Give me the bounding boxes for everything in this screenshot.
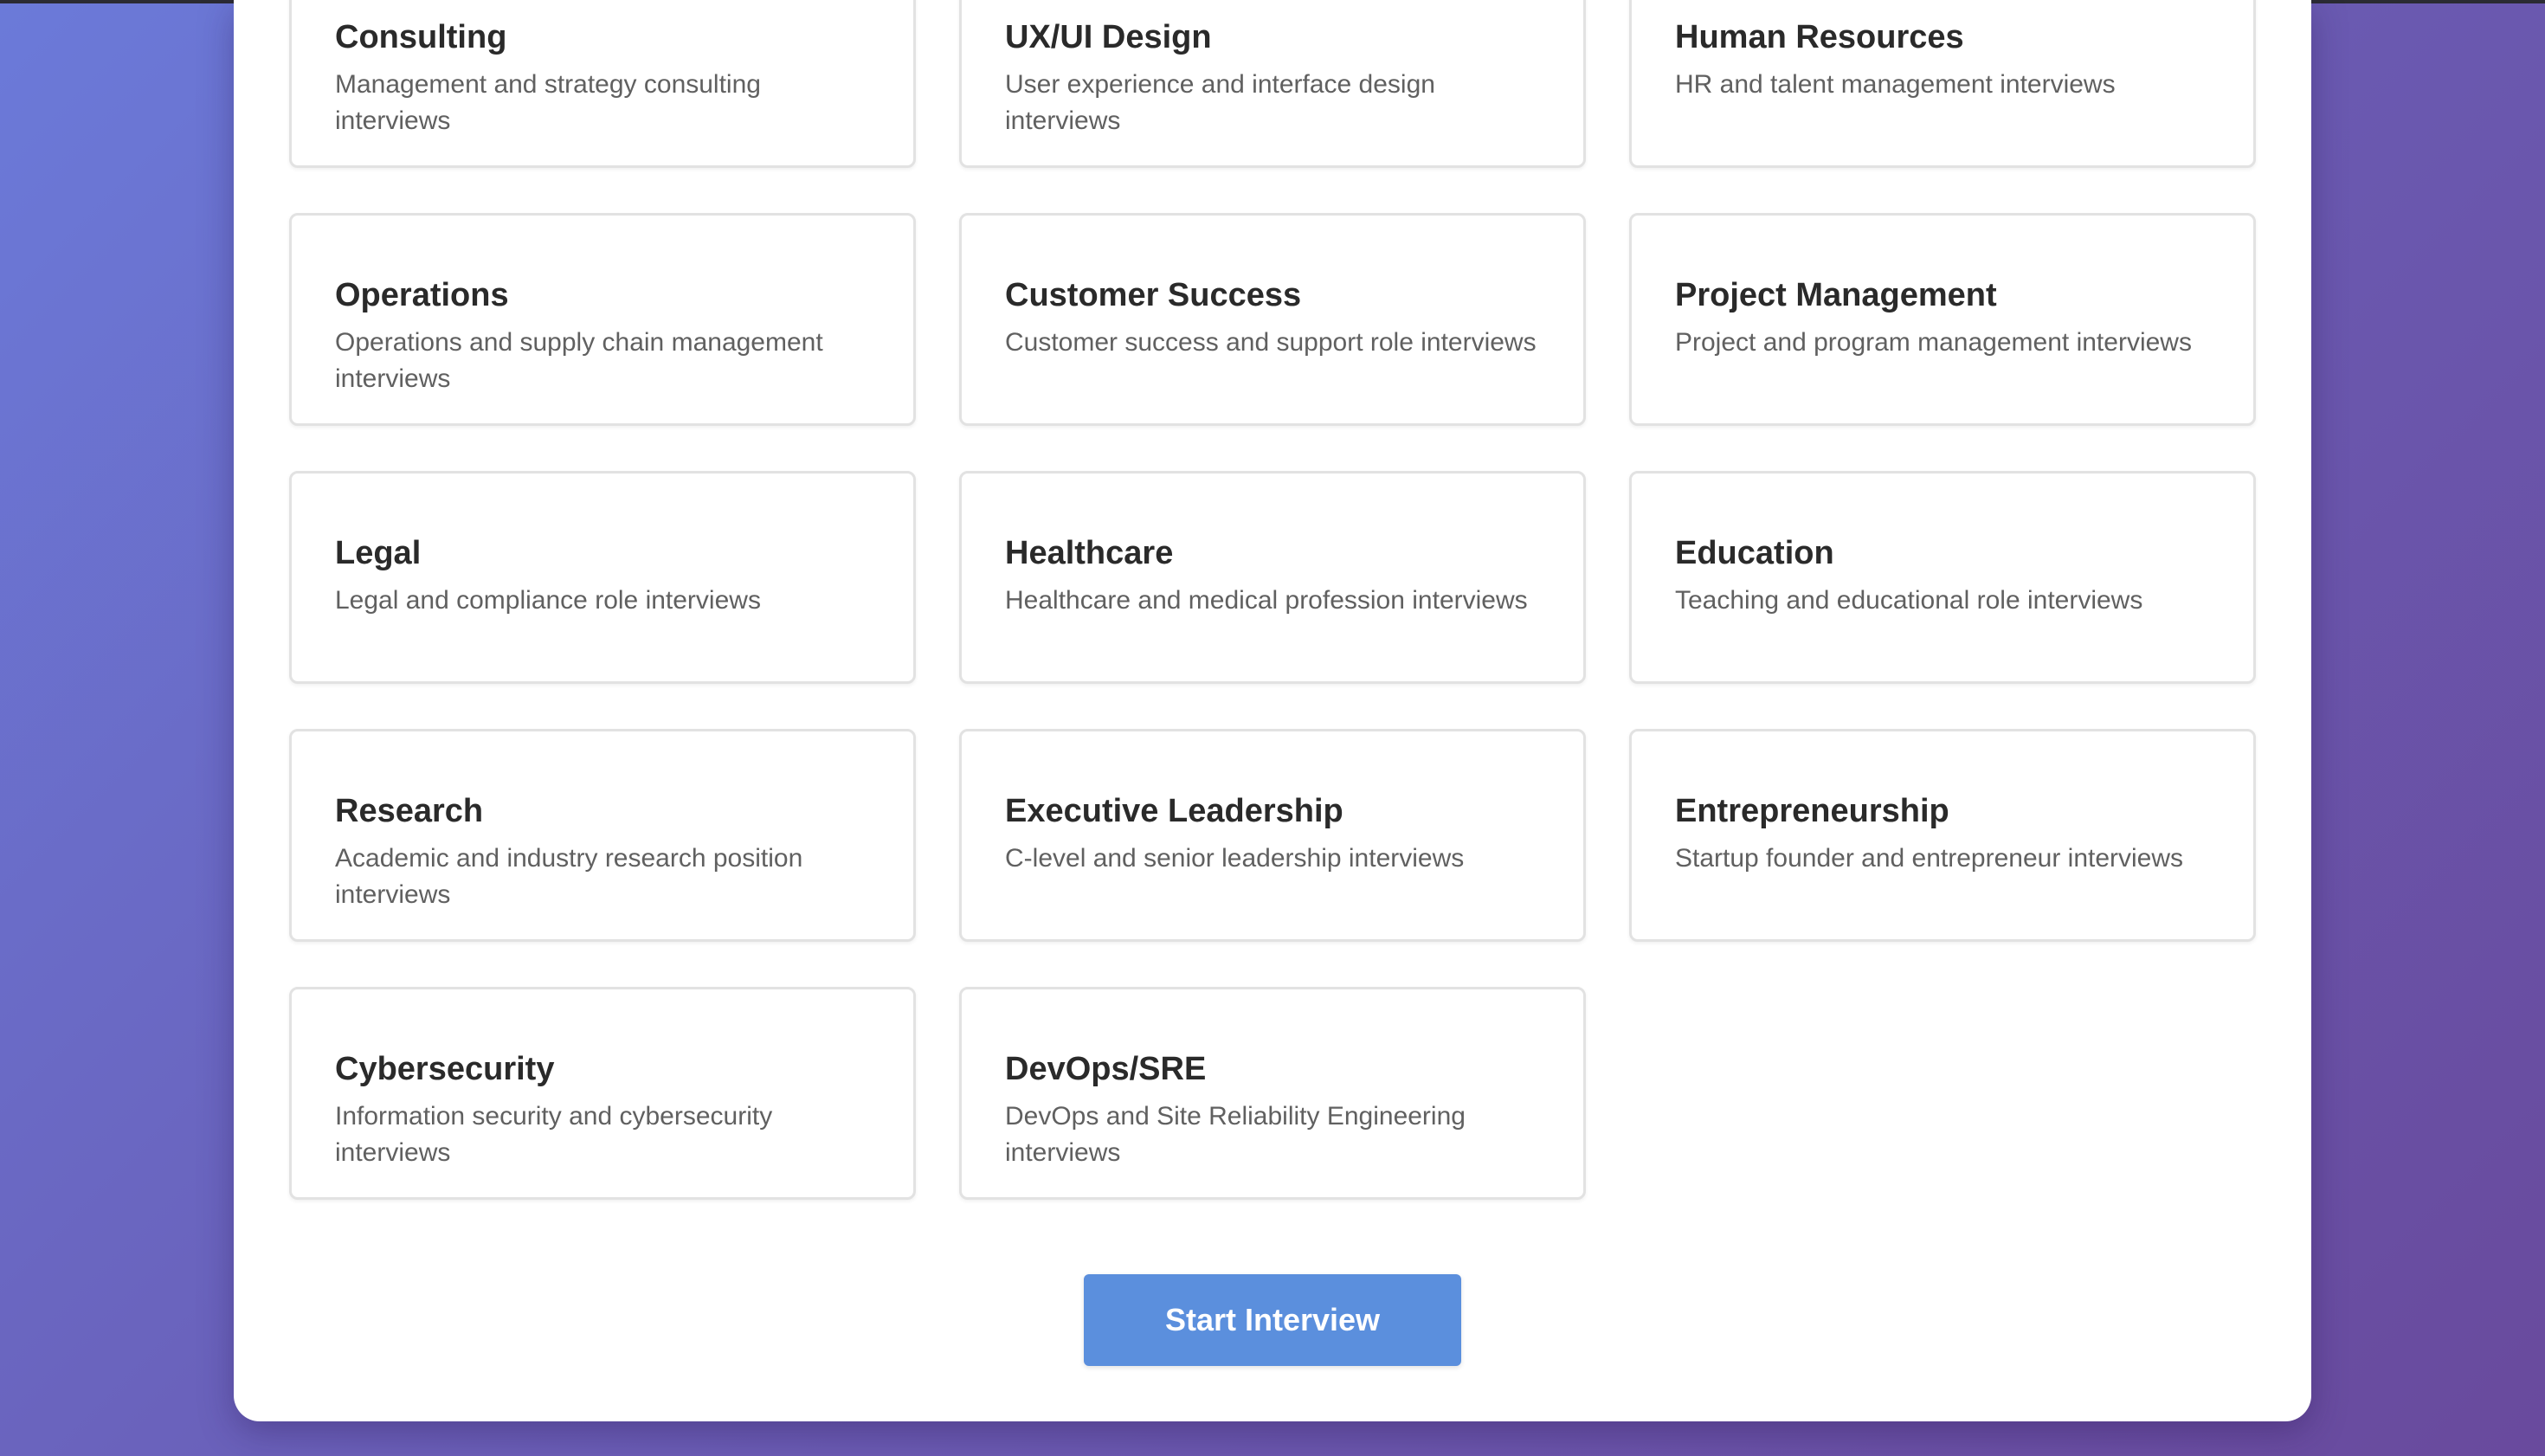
- card-title: UX/UI Design: [1005, 19, 1212, 55]
- card-description: Management and strategy consulting inter…: [335, 70, 761, 135]
- interview-card-operations[interactable]: Operations Operations and supply chain m…: [289, 213, 916, 426]
- card-title: Customer Success: [1005, 277, 1302, 313]
- interview-card-customer-success[interactable]: Customer Success Customer success and su…: [959, 213, 1586, 426]
- card-title: Research: [335, 793, 484, 829]
- interview-card-consulting[interactable]: Consulting Management and strategy consu…: [289, 0, 916, 168]
- card-description: HR and talent management interviews: [1675, 70, 2116, 99]
- interview-card-legal[interactable]: Legal Legal and compliance role intervie…: [289, 471, 916, 684]
- card-title: Executive Leadership: [1005, 793, 1343, 829]
- card-description: Project and program management interview…: [1675, 328, 2192, 357]
- card-description: Information security and cybersecurity i…: [335, 1102, 773, 1167]
- start-interview-button[interactable]: Start Interview: [1084, 1274, 1461, 1366]
- interview-card-human-resources[interactable]: Human Resources HR and talent management…: [1629, 0, 2256, 168]
- card-title: Cybersecurity: [335, 1051, 555, 1087]
- card-title: DevOps/SRE: [1005, 1051, 1207, 1087]
- interview-card-healthcare[interactable]: Healthcare Healthcare and medical profes…: [959, 471, 1586, 684]
- card-description: Startup founder and entrepreneur intervi…: [1675, 844, 2184, 873]
- card-description: Healthcare and medical profession interv…: [1005, 586, 1528, 615]
- card-title: Entrepreneurship: [1675, 793, 1949, 829]
- interview-card-devops-sre[interactable]: DevOps/SRE DevOps and Site Reliability E…: [959, 987, 1586, 1200]
- card-description: Academic and industry research position …: [335, 844, 803, 909]
- card-title: Project Management: [1675, 277, 1997, 313]
- interview-card-project-management[interactable]: Project Management Project and program m…: [1629, 213, 2256, 426]
- card-description: C-level and senior leadership interviews: [1005, 844, 1465, 873]
- card-description: Customer success and support role interv…: [1005, 328, 1537, 357]
- card-title: Legal: [335, 535, 422, 571]
- card-title: Healthcare: [1005, 535, 1174, 571]
- interview-card-cybersecurity[interactable]: Cybersecurity Information security and c…: [289, 987, 916, 1200]
- card-title: Education: [1675, 535, 1834, 571]
- card-title: Operations: [335, 277, 509, 313]
- interview-card-ux-ui-design[interactable]: UX/UI Design User experience and interfa…: [959, 0, 1586, 168]
- interview-card-entrepreneurship[interactable]: Entrepreneurship Startup founder and ent…: [1629, 729, 2256, 942]
- card-description: Operations and supply chain management i…: [335, 328, 823, 393]
- card-description: User experience and interface design int…: [1005, 70, 1435, 135]
- card-title: Human Resources: [1675, 19, 1964, 55]
- interview-card-education[interactable]: Education Teaching and educational role …: [1629, 471, 2256, 684]
- card-title: Consulting: [335, 19, 507, 55]
- interview-type-grid: Consulting Management and strategy consu…: [289, 0, 2256, 1200]
- card-description: DevOps and Site Reliability Engineering …: [1005, 1102, 1466, 1167]
- interview-card-executive-leadership[interactable]: Executive Leadership C-level and senior …: [959, 729, 1586, 942]
- card-description: Legal and compliance role interviews: [335, 586, 761, 615]
- interview-selection-panel: Consulting Management and strategy consu…: [234, 0, 2311, 1421]
- card-description: Teaching and educational role interviews: [1675, 586, 2143, 615]
- interview-card-research[interactable]: Research Academic and industry research …: [289, 729, 916, 942]
